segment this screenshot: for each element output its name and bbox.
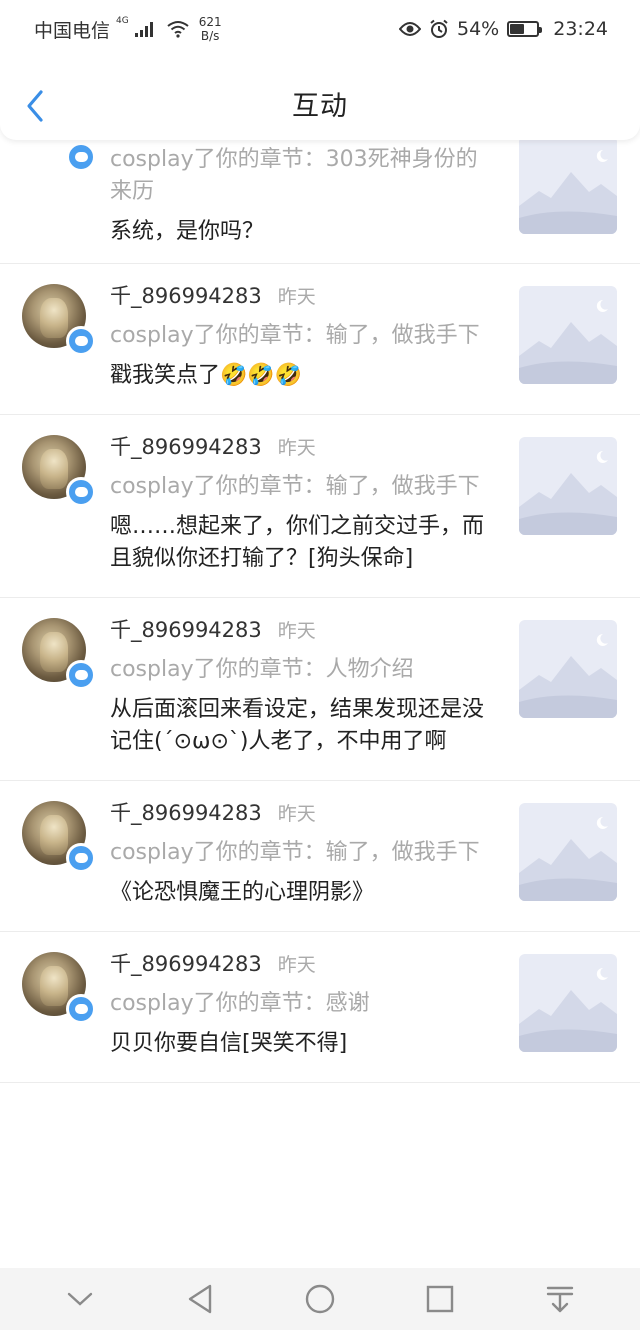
back-triangle-icon[interactable]	[180, 1279, 220, 1319]
interaction-feed[interactable]: cosplay了你的章节：303死神身份的来历 系统，是你吗？ 千_896994…	[0, 66, 640, 1083]
timestamp: 昨天	[277, 954, 316, 976]
alarm-icon	[430, 19, 448, 38]
comment-text: 《论恐惧魔王的心理阴影》	[110, 880, 375, 905]
chapter-thumbnail[interactable]	[519, 437, 617, 535]
eye-icon	[399, 22, 421, 36]
wifi-icon	[167, 21, 189, 38]
chapter-thumbnail[interactable]	[519, 803, 617, 901]
recents-square-icon[interactable]	[420, 1279, 460, 1319]
notification-pulldown-icon[interactable]	[540, 1279, 580, 1319]
list-item[interactable]: 千_896994283 昨天 cosplay了你的章节：人物介绍 从后面滚回来看…	[0, 598, 640, 781]
comment-badge-icon	[66, 994, 96, 1024]
chapter-thumbnail[interactable]	[519, 954, 617, 1052]
username[interactable]: 千_896994283	[110, 797, 262, 827]
page-title: 互动	[292, 90, 348, 122]
speed-unit: B/s	[200, 29, 220, 43]
signal-icon	[134, 21, 153, 37]
timestamp: 昨天	[277, 803, 316, 825]
collapse-down-icon[interactable]	[60, 1279, 100, 1319]
chapter-reference[interactable]: cosplay了你的章节：感谢	[110, 988, 490, 1020]
chapter-reference[interactable]: cosplay了你的章节：输了，做我手下	[110, 837, 490, 869]
list-item[interactable]: 千_896994283 昨天 cosplay了你的章节：输了，做我手下 戳我笑点…	[0, 264, 640, 415]
network-speed: 621 B/s	[199, 15, 222, 43]
timestamp: 昨天	[277, 620, 316, 642]
home-circle-icon[interactable]	[300, 1279, 340, 1319]
comment-badge-icon	[66, 326, 96, 356]
comment-text: 系统，是你吗？	[110, 219, 265, 244]
timestamp: 昨天	[277, 286, 316, 308]
chevron-left-icon[interactable]	[22, 88, 48, 124]
comment-badge-icon	[66, 142, 96, 172]
comment-text: 戳我笑点了🤣🤣🤣	[110, 363, 303, 388]
carrier-label: 中国电信	[34, 19, 111, 42]
username[interactable]: 千_896994283	[110, 280, 262, 310]
list-item[interactable]: 千_896994283 昨天 cosplay了你的章节：输了，做我手下 嗯……想…	[0, 415, 640, 598]
chapter-reference[interactable]: cosplay了你的章节：输了，做我手下	[110, 320, 490, 352]
network-type: 4G	[116, 16, 129, 26]
timestamp: 昨天	[277, 437, 316, 459]
username[interactable]: 千_896994283	[110, 948, 262, 978]
comment-badge-icon	[66, 660, 96, 690]
username[interactable]: 千_896994283	[110, 614, 262, 644]
chapter-thumbnail[interactable]	[519, 136, 617, 234]
username[interactable]: 千_896994283	[110, 431, 262, 461]
battery-level	[510, 24, 525, 34]
chapter-reference[interactable]: cosplay了你的章节：303死神身份的来历	[110, 144, 490, 208]
app-header: 互动	[0, 58, 640, 140]
chapter-reference[interactable]: cosplay了你的章节：输了，做我手下	[110, 471, 490, 503]
clock: 23:24	[553, 18, 608, 40]
battery-icon	[507, 21, 543, 37]
status-bar: 中国电信 4G 621 B/s 54% 23:24	[0, 0, 640, 58]
speed-value: 621	[198, 15, 222, 29]
list-item[interactable]: 千_896994283 昨天 cosplay了你的章节：输了，做我手下 《论恐惧…	[0, 781, 640, 932]
chapter-thumbnail[interactable]	[519, 286, 617, 384]
comment-text: 嗯……想起来了，你们之前交过手，而且貌似你还打输了？[狗头保命]	[110, 514, 485, 571]
comment-badge-icon	[66, 477, 96, 507]
comment-badge-icon	[66, 843, 96, 873]
comment-text: 贝贝你要自信[哭笑不得]	[110, 1031, 348, 1056]
chapter-thumbnail[interactable]	[519, 620, 617, 718]
chapter-reference[interactable]: cosplay了你的章节：人物介绍	[110, 654, 490, 686]
comment-text: 从后面滚回来看设定，结果发现还是没记住(´⊙ω⊙`)人老了，不中用了啊	[110, 697, 485, 754]
system-nav-bar	[0, 1268, 640, 1330]
list-item[interactable]: 千_896994283 昨天 cosplay了你的章节：感谢 贝贝你要自信[哭笑…	[0, 932, 640, 1083]
battery-percent: 54%	[457, 18, 500, 40]
